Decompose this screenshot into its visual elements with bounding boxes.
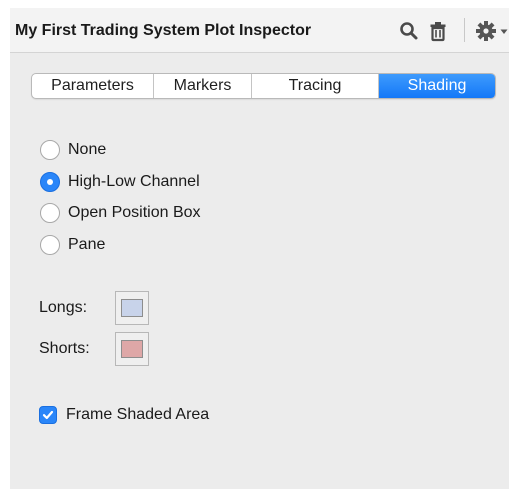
radio-button[interactable] [40,140,60,160]
shading-option-none[interactable]: None [40,138,106,162]
shading-option-open-position-box[interactable]: Open Position Box [40,201,201,225]
inspector-header: My First Trading System Plot Inspector [10,8,509,53]
frame-shaded-area-label: Frame Shaded Area [66,406,210,423]
radio-label: High-Low Channel [68,173,200,190]
radio-button[interactable] [40,203,60,223]
settings-menu-button[interactable] [476,20,509,42]
radio-button[interactable] [40,235,60,255]
shorts-color-well[interactable] [115,332,149,366]
tab-parameters[interactable]: Parameters [32,74,154,98]
radio-label: Pane [68,236,106,253]
longs-color-well[interactable] [115,291,149,325]
delete-button[interactable] [429,20,447,42]
plot-inspector-panel: My First Trading System Plot Inspector P… [10,8,509,489]
checkmark-icon [42,410,54,420]
frame-shaded-area-checkbox[interactable] [39,406,57,424]
shorts-color-swatch [121,340,143,358]
frame-shaded-area-option[interactable]: Frame Shaded Area [39,404,209,426]
longs-label: Longs: [39,299,88,316]
search-icon [400,22,418,40]
trash-icon [430,22,446,42]
tab-tracing[interactable]: Tracing [252,74,379,98]
shading-option-pane[interactable]: Pane [40,233,105,257]
chevron-down-icon [500,29,508,34]
inspector-tabs: Parameters Markers Tracing Shading [31,73,496,99]
longs-color-swatch [121,299,143,317]
search-button[interactable] [399,20,419,42]
shading-option-high-low-channel[interactable]: High-Low Channel [40,170,200,194]
radio-label: Open Position Box [68,204,201,221]
tab-shading[interactable]: Shading [379,74,495,98]
longs-color-row: Longs: [39,291,149,325]
inspector-title: My First Trading System Plot Inspector [15,22,312,39]
toolbar-separator [464,18,465,42]
tab-markers[interactable]: Markers [154,74,252,98]
radio-label: None [68,141,107,158]
shorts-color-row: Shorts: [39,332,149,366]
radio-button-selected[interactable] [40,172,60,192]
shorts-label: Shorts: [39,340,90,357]
